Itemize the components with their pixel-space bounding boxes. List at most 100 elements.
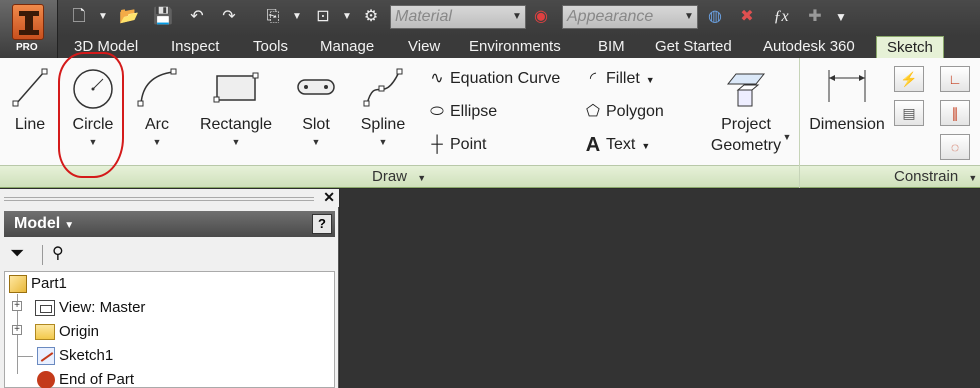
chevron-down-icon[interactable]: ▼	[294, 137, 338, 147]
tree-connector	[17, 356, 33, 357]
auto-dimension-icon[interactable]: ⚡	[894, 66, 924, 92]
tree-node-sketch[interactable]: Sketch1	[37, 344, 113, 368]
chevron-down-icon[interactable]: ▼	[134, 137, 180, 147]
browser-header[interactable]: Model ▼ ?	[4, 211, 335, 237]
tree-node-label: Origin	[59, 323, 100, 340]
return-dropdown-icon[interactable]: ▼	[286, 7, 308, 27]
parallel-constraint-icon[interactable]: ∥	[940, 100, 970, 126]
fillet-icon: ◜	[589, 70, 597, 87]
material-combo-text: Material	[395, 8, 452, 25]
ribbon-tabs: 3D Model Inspect Tools Manage View Envir…	[58, 36, 980, 58]
find-icon[interactable]: ⚲	[52, 243, 64, 263]
polygon-button[interactable]: ⬠ Polygon	[580, 100, 664, 124]
chevron-down-icon: ▼	[968, 173, 978, 183]
equation-curve-icon: ∿	[430, 70, 444, 87]
ellipse-button[interactable]: ⬭ Ellipse	[424, 100, 497, 124]
model-tree: Part1 + View: Master + Origin Sketch1 En…	[4, 271, 335, 388]
fillet-label: Fillet	[606, 70, 640, 88]
customize-icon[interactable]: ▼	[830, 7, 852, 27]
slot-label: Slot	[302, 116, 330, 133]
text-button[interactable]: A Text ▼	[580, 133, 651, 157]
draw-panel-title[interactable]: Draw ▼	[372, 166, 426, 188]
slot-button[interactable]: Slot ▼	[294, 64, 338, 160]
expand-icon[interactable]: +	[12, 301, 22, 311]
arc-button[interactable]: Arc ▼	[134, 64, 180, 160]
line-label: Line	[14, 116, 46, 133]
tab-autodesk-360[interactable]: Autodesk 360	[763, 36, 855, 58]
return-icon[interactable]: ⎘	[262, 7, 284, 27]
tab-environments[interactable]: Environments	[469, 36, 561, 58]
chevron-down-icon: ▼	[684, 11, 694, 22]
line-button[interactable]: Line	[8, 64, 52, 160]
new-dropdown-icon[interactable]: ▼	[92, 7, 114, 27]
add-icon[interactable]: ✚	[804, 7, 826, 27]
close-icon[interactable]: ✕	[323, 189, 335, 206]
quick-access-toolbar: PRO 🗋 ▼ 📂 💾 ↶ ↷ ⎘ ▼ ⊡ ▼ ⚙ Material ▼ ◉ A…	[0, 0, 980, 58]
chevron-down-icon[interactable]: ▼	[356, 137, 410, 147]
tab-inspect[interactable]: Inspect	[171, 36, 219, 58]
redo-icon[interactable]: ↷	[218, 7, 240, 27]
view-icon	[35, 300, 55, 317]
filter-icon[interactable]: ⏷	[10, 243, 24, 264]
tab-manage[interactable]: Manage	[320, 36, 374, 58]
adjust-appearance-icon[interactable]: ◍	[704, 7, 726, 27]
project-geometry-button[interactable]: Project Geometry ▼	[700, 64, 792, 160]
folder-icon	[35, 324, 55, 341]
clear-override-icon[interactable]: ✖	[736, 7, 758, 27]
project-geometry-icon	[726, 73, 766, 107]
tree-node-part[interactable]: Part1	[9, 272, 67, 296]
tab-bim[interactable]: BIM	[598, 36, 625, 58]
panel-divider	[799, 58, 800, 188]
toolbar-divider	[42, 245, 43, 265]
project-label-line1: Project	[721, 116, 771, 133]
fillet-button[interactable]: ◜ Fillet ▼	[580, 67, 655, 91]
tab-tools[interactable]: Tools	[253, 36, 288, 58]
chevron-down-icon[interactable]: ▼	[641, 141, 650, 151]
help-icon[interactable]: ?	[312, 214, 332, 234]
tab-view[interactable]: View	[408, 36, 440, 58]
rectangle-button[interactable]: Rectangle ▼	[196, 64, 276, 160]
end-of-part-icon	[37, 371, 55, 388]
new-icon[interactable]: 🗋	[68, 7, 90, 27]
sketch-icon	[37, 347, 55, 366]
text-label: Text	[606, 136, 636, 154]
tangent-constraint-icon[interactable]: ◌	[940, 134, 970, 160]
show-constraints-icon[interactable]: ▤	[894, 100, 924, 126]
spline-button[interactable]: Spline ▼	[356, 64, 410, 160]
tree-node-end-of-part[interactable]: End of Part	[37, 368, 134, 388]
chevron-down-icon[interactable]: ▼	[782, 132, 792, 142]
open-icon[interactable]: 📂	[118, 7, 140, 27]
appearance-combo[interactable]: Appearance ▼	[562, 5, 698, 29]
expand-icon[interactable]: +	[12, 325, 22, 335]
graphics-window[interactable]	[340, 189, 980, 388]
tree-node-view-master[interactable]: View: Master	[35, 296, 145, 320]
application-menu-button[interactable]: PRO	[0, 0, 58, 58]
point-button[interactable]: ┼ Point	[424, 133, 486, 157]
update-icon[interactable]: ⚙	[360, 7, 382, 27]
chevron-down-icon[interactable]: ▼	[196, 137, 276, 147]
equation-curve-label: Equation Curve	[450, 70, 561, 88]
coincident-constraint-icon[interactable]: ∟	[940, 66, 970, 92]
tab-get-started[interactable]: Get Started	[655, 36, 732, 58]
material-combo[interactable]: Material ▼	[390, 5, 526, 29]
drag-grip[interactable]	[4, 197, 314, 201]
chevron-down-icon[interactable]: ▼	[646, 75, 655, 85]
rectangle-label: Rectangle	[199, 116, 273, 133]
select-icon[interactable]: ⊡	[312, 7, 334, 27]
save-icon[interactable]: 💾	[152, 7, 174, 27]
spline-icon	[363, 68, 403, 107]
dimension-button[interactable]: Dimension	[806, 64, 888, 160]
fx-icon[interactable]: ƒx	[770, 7, 792, 27]
tree-node-origin[interactable]: Origin	[35, 320, 99, 344]
constrain-panel-title[interactable]: Constrain ▼	[894, 166, 977, 188]
undo-icon[interactable]: ↶	[186, 7, 208, 27]
browser-title-bar[interactable]: ✕	[0, 189, 339, 207]
select-dropdown-icon[interactable]: ▼	[336, 7, 358, 27]
polygon-label: Polygon	[606, 103, 664, 121]
material-color-icon[interactable]: ◉	[530, 7, 552, 27]
chevron-down-icon: ▼	[64, 220, 75, 231]
spline-label: Spline	[360, 116, 406, 133]
equation-curve-button[interactable]: ∿ Equation Curve	[424, 67, 560, 91]
dimension-icon	[828, 70, 866, 102]
tab-sketch[interactable]: Sketch	[876, 36, 944, 58]
